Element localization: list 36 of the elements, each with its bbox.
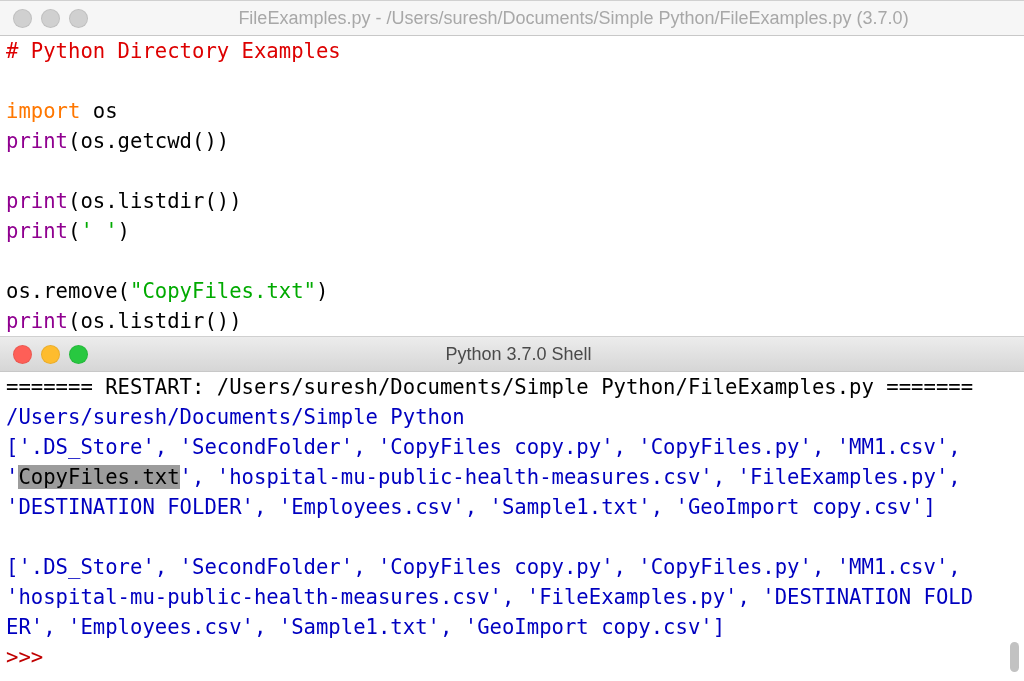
- window-control-icon[interactable]: [41, 344, 60, 364]
- output-text: ', 'hospital-mu-public-health-measures.csv', 'FileExamples.py',: [179, 465, 961, 489]
- output-text: ['.DS_Store', 'SecondFolder', 'CopyFiles copy.py', 'CopyFiles.py', 'MM1.csv',: [6, 555, 961, 579]
- output-text: ER', 'Employees.csv', 'Sample1.txt', 'GeoImport copy.csv']: [6, 615, 726, 639]
- code-keyword: import: [6, 99, 81, 123]
- output-text: /Users/suresh/Documents/Simple Python: [6, 405, 465, 429]
- output-text: 'DESTINATION FOLDER', 'Employees.csv', 'Sample1.txt', 'GeoImport copy.csv']: [6, 495, 936, 519]
- window-control-icon[interactable]: [69, 344, 88, 364]
- code-comment: # Python Directory Examples: [6, 39, 341, 63]
- code-text: ): [316, 279, 329, 303]
- output-text: ['.DS_Store', 'SecondFolder', 'CopyFiles copy.py', 'CopyFiles.py', 'MM1.csv',: [6, 435, 961, 459]
- code-text: (os.getcwd()): [68, 129, 230, 153]
- shell-prompt: >>>: [6, 645, 44, 669]
- window-control-icon[interactable]: [13, 344, 32, 364]
- code-string: "CopyFiles.txt": [130, 279, 316, 303]
- window-title: Python 3.7.0 Shell: [445, 343, 592, 365]
- code-builtin: print: [6, 219, 68, 243]
- selected-text: CopyFiles.txt: [18, 465, 180, 489]
- code-text: ): [117, 219, 130, 243]
- code-builtin: print: [6, 189, 68, 213]
- window-control-icon[interactable]: [13, 8, 32, 28]
- code-string: ' ': [80, 219, 118, 243]
- window-title: FileExamples.py - /Users/suresh/Documents/Simple Python/FileExamples.py (3.7.0): [238, 7, 909, 29]
- code-builtin: print: [6, 309, 68, 333]
- code-builtin: print: [6, 129, 68, 153]
- code-text: (os.listdir()): [68, 309, 242, 333]
- scrollbar-thumb[interactable]: [1010, 642, 1019, 672]
- code-text: os: [91, 99, 118, 123]
- code-text: (: [68, 219, 81, 243]
- window-control-icon[interactable]: [41, 8, 60, 28]
- output-text: 'hospital-mu-public-health-measures.csv', 'FileExamples.py', 'DESTINATION FOLD: [6, 585, 974, 609]
- output-text: ': [6, 465, 19, 489]
- code-text: os.remove(: [6, 279, 130, 303]
- restart-line: ======= RESTART: /Users/suresh/Documents/Simple Python/FileExamples.py =======: [6, 375, 974, 399]
- window-control-icon[interactable]: [69, 8, 88, 28]
- code-text: (os.listdir()): [68, 189, 242, 213]
